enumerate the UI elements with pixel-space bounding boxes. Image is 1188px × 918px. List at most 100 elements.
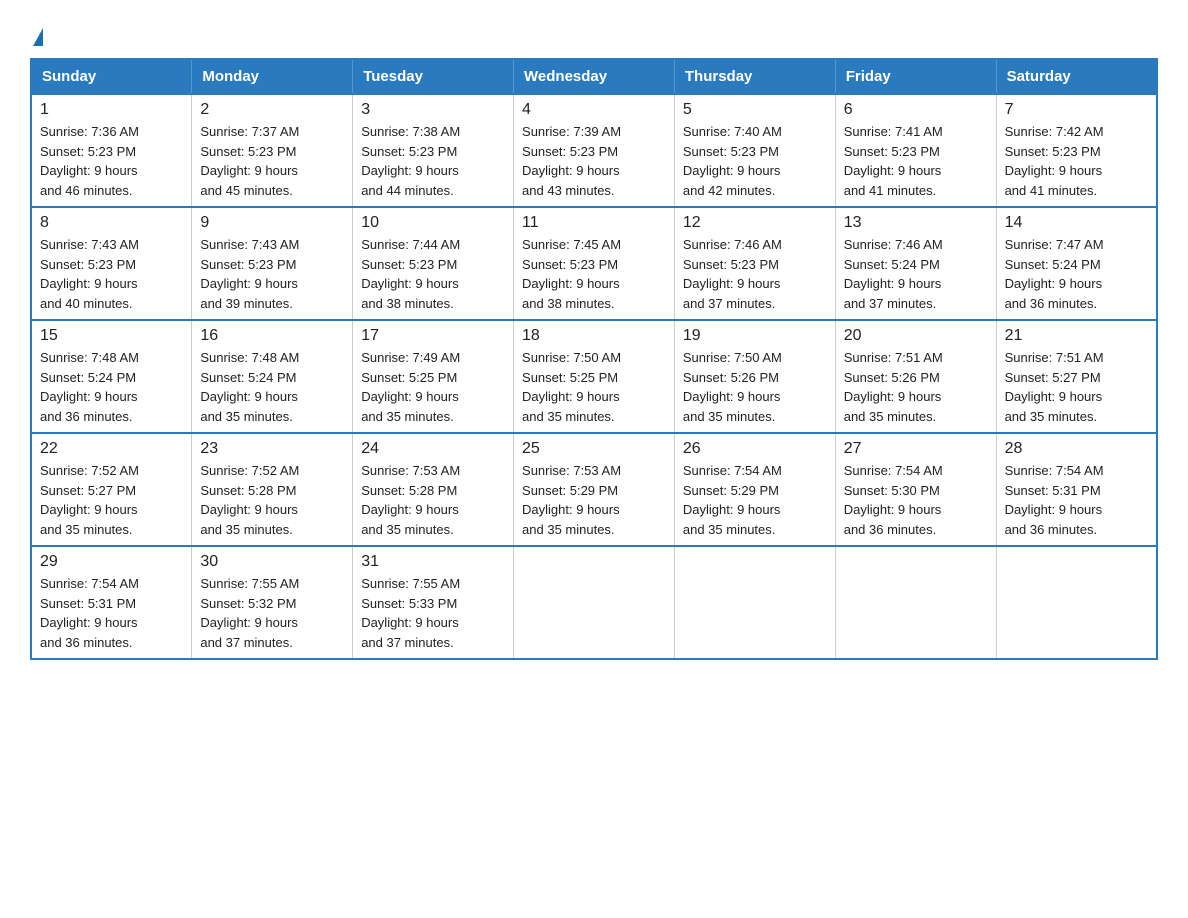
calendar-day-cell: 4 Sunrise: 7:39 AM Sunset: 5:23 PM Dayli… xyxy=(514,94,675,207)
day-info: Sunrise: 7:48 AM Sunset: 5:24 PM Dayligh… xyxy=(40,348,183,426)
day-info: Sunrise: 7:47 AM Sunset: 5:24 PM Dayligh… xyxy=(1005,235,1148,313)
calendar-day-cell: 14 Sunrise: 7:47 AM Sunset: 5:24 PM Dayl… xyxy=(996,207,1157,320)
calendar-day-cell: 29 Sunrise: 7:54 AM Sunset: 5:31 PM Dayl… xyxy=(31,546,192,659)
day-of-week-header: Monday xyxy=(192,59,353,94)
day-number: 1 xyxy=(40,101,183,119)
day-number: 16 xyxy=(200,327,344,345)
day-info: Sunrise: 7:48 AM Sunset: 5:24 PM Dayligh… xyxy=(200,348,344,426)
calendar-day-cell: 2 Sunrise: 7:37 AM Sunset: 5:23 PM Dayli… xyxy=(192,94,353,207)
calendar-day-cell: 16 Sunrise: 7:48 AM Sunset: 5:24 PM Dayl… xyxy=(192,320,353,433)
day-info: Sunrise: 7:52 AM Sunset: 5:28 PM Dayligh… xyxy=(200,461,344,539)
day-info: Sunrise: 7:42 AM Sunset: 5:23 PM Dayligh… xyxy=(1005,122,1148,200)
day-of-week-header: Thursday xyxy=(674,59,835,94)
calendar-day-cell xyxy=(996,546,1157,659)
day-info: Sunrise: 7:55 AM Sunset: 5:33 PM Dayligh… xyxy=(361,574,505,652)
calendar-week-row: 8 Sunrise: 7:43 AM Sunset: 5:23 PM Dayli… xyxy=(31,207,1157,320)
day-number: 21 xyxy=(1005,327,1148,345)
day-info: Sunrise: 7:51 AM Sunset: 5:27 PM Dayligh… xyxy=(1005,348,1148,426)
day-info: Sunrise: 7:40 AM Sunset: 5:23 PM Dayligh… xyxy=(683,122,827,200)
day-number: 14 xyxy=(1005,214,1148,232)
day-number: 31 xyxy=(361,553,505,571)
calendar-header-row: SundayMondayTuesdayWednesdayThursdayFrid… xyxy=(31,59,1157,94)
calendar-day-cell: 28 Sunrise: 7:54 AM Sunset: 5:31 PM Dayl… xyxy=(996,433,1157,546)
day-info: Sunrise: 7:39 AM Sunset: 5:23 PM Dayligh… xyxy=(522,122,666,200)
day-number: 4 xyxy=(522,101,666,119)
calendar-week-row: 29 Sunrise: 7:54 AM Sunset: 5:31 PM Dayl… xyxy=(31,546,1157,659)
calendar-day-cell: 18 Sunrise: 7:50 AM Sunset: 5:25 PM Dayl… xyxy=(514,320,675,433)
calendar-day-cell: 21 Sunrise: 7:51 AM Sunset: 5:27 PM Dayl… xyxy=(996,320,1157,433)
calendar-day-cell: 3 Sunrise: 7:38 AM Sunset: 5:23 PM Dayli… xyxy=(353,94,514,207)
day-number: 30 xyxy=(200,553,344,571)
day-info: Sunrise: 7:53 AM Sunset: 5:28 PM Dayligh… xyxy=(361,461,505,539)
calendar-day-cell: 24 Sunrise: 7:53 AM Sunset: 5:28 PM Dayl… xyxy=(353,433,514,546)
logo-triangle-icon xyxy=(33,28,43,46)
day-number: 6 xyxy=(844,101,988,119)
day-info: Sunrise: 7:43 AM Sunset: 5:23 PM Dayligh… xyxy=(40,235,183,313)
day-number: 25 xyxy=(522,440,666,458)
day-info: Sunrise: 7:54 AM Sunset: 5:31 PM Dayligh… xyxy=(1005,461,1148,539)
calendar-day-cell: 5 Sunrise: 7:40 AM Sunset: 5:23 PM Dayli… xyxy=(674,94,835,207)
day-number: 17 xyxy=(361,327,505,345)
day-of-week-header: Tuesday xyxy=(353,59,514,94)
day-number: 15 xyxy=(40,327,183,345)
calendar-day-cell: 26 Sunrise: 7:54 AM Sunset: 5:29 PM Dayl… xyxy=(674,433,835,546)
day-of-week-header: Wednesday xyxy=(514,59,675,94)
day-number: 5 xyxy=(683,101,827,119)
day-info: Sunrise: 7:50 AM Sunset: 5:26 PM Dayligh… xyxy=(683,348,827,426)
day-info: Sunrise: 7:49 AM Sunset: 5:25 PM Dayligh… xyxy=(361,348,505,426)
day-info: Sunrise: 7:54 AM Sunset: 5:30 PM Dayligh… xyxy=(844,461,988,539)
day-of-week-header: Friday xyxy=(835,59,996,94)
day-number: 28 xyxy=(1005,440,1148,458)
calendar-day-cell: 15 Sunrise: 7:48 AM Sunset: 5:24 PM Dayl… xyxy=(31,320,192,433)
calendar-day-cell: 11 Sunrise: 7:45 AM Sunset: 5:23 PM Dayl… xyxy=(514,207,675,320)
calendar-day-cell: 22 Sunrise: 7:52 AM Sunset: 5:27 PM Dayl… xyxy=(31,433,192,546)
calendar-day-cell: 13 Sunrise: 7:46 AM Sunset: 5:24 PM Dayl… xyxy=(835,207,996,320)
calendar-day-cell: 23 Sunrise: 7:52 AM Sunset: 5:28 PM Dayl… xyxy=(192,433,353,546)
calendar-day-cell: 17 Sunrise: 7:49 AM Sunset: 5:25 PM Dayl… xyxy=(353,320,514,433)
day-number: 18 xyxy=(522,327,666,345)
day-info: Sunrise: 7:52 AM Sunset: 5:27 PM Dayligh… xyxy=(40,461,183,539)
calendar-day-cell: 10 Sunrise: 7:44 AM Sunset: 5:23 PM Dayl… xyxy=(353,207,514,320)
day-number: 2 xyxy=(200,101,344,119)
day-number: 3 xyxy=(361,101,505,119)
day-number: 29 xyxy=(40,553,183,571)
calendar-day-cell: 20 Sunrise: 7:51 AM Sunset: 5:26 PM Dayl… xyxy=(835,320,996,433)
calendar-day-cell: 19 Sunrise: 7:50 AM Sunset: 5:26 PM Dayl… xyxy=(674,320,835,433)
calendar-day-cell: 8 Sunrise: 7:43 AM Sunset: 5:23 PM Dayli… xyxy=(31,207,192,320)
day-number: 23 xyxy=(200,440,344,458)
calendar-day-cell xyxy=(514,546,675,659)
day-info: Sunrise: 7:43 AM Sunset: 5:23 PM Dayligh… xyxy=(200,235,344,313)
day-info: Sunrise: 7:44 AM Sunset: 5:23 PM Dayligh… xyxy=(361,235,505,313)
logo xyxy=(30,20,43,48)
calendar-week-row: 1 Sunrise: 7:36 AM Sunset: 5:23 PM Dayli… xyxy=(31,94,1157,207)
day-info: Sunrise: 7:46 AM Sunset: 5:23 PM Dayligh… xyxy=(683,235,827,313)
day-number: 27 xyxy=(844,440,988,458)
day-number: 20 xyxy=(844,327,988,345)
calendar-day-cell: 1 Sunrise: 7:36 AM Sunset: 5:23 PM Dayli… xyxy=(31,94,192,207)
calendar-day-cell xyxy=(835,546,996,659)
page-header xyxy=(30,20,1158,48)
day-info: Sunrise: 7:46 AM Sunset: 5:24 PM Dayligh… xyxy=(844,235,988,313)
calendar-day-cell: 9 Sunrise: 7:43 AM Sunset: 5:23 PM Dayli… xyxy=(192,207,353,320)
day-of-week-header: Sunday xyxy=(31,59,192,94)
calendar-day-cell: 6 Sunrise: 7:41 AM Sunset: 5:23 PM Dayli… xyxy=(835,94,996,207)
day-number: 19 xyxy=(683,327,827,345)
calendar-week-row: 15 Sunrise: 7:48 AM Sunset: 5:24 PM Dayl… xyxy=(31,320,1157,433)
day-info: Sunrise: 7:38 AM Sunset: 5:23 PM Dayligh… xyxy=(361,122,505,200)
calendar-week-row: 22 Sunrise: 7:52 AM Sunset: 5:27 PM Dayl… xyxy=(31,433,1157,546)
day-info: Sunrise: 7:54 AM Sunset: 5:29 PM Dayligh… xyxy=(683,461,827,539)
day-info: Sunrise: 7:55 AM Sunset: 5:32 PM Dayligh… xyxy=(200,574,344,652)
day-info: Sunrise: 7:36 AM Sunset: 5:23 PM Dayligh… xyxy=(40,122,183,200)
day-number: 13 xyxy=(844,214,988,232)
calendar-day-cell: 25 Sunrise: 7:53 AM Sunset: 5:29 PM Dayl… xyxy=(514,433,675,546)
calendar-day-cell: 30 Sunrise: 7:55 AM Sunset: 5:32 PM Dayl… xyxy=(192,546,353,659)
calendar-table: SundayMondayTuesdayWednesdayThursdayFrid… xyxy=(30,58,1158,660)
calendar-day-cell xyxy=(674,546,835,659)
day-info: Sunrise: 7:37 AM Sunset: 5:23 PM Dayligh… xyxy=(200,122,344,200)
day-info: Sunrise: 7:41 AM Sunset: 5:23 PM Dayligh… xyxy=(844,122,988,200)
day-info: Sunrise: 7:54 AM Sunset: 5:31 PM Dayligh… xyxy=(40,574,183,652)
day-number: 9 xyxy=(200,214,344,232)
calendar-day-cell: 31 Sunrise: 7:55 AM Sunset: 5:33 PM Dayl… xyxy=(353,546,514,659)
day-number: 10 xyxy=(361,214,505,232)
day-number: 26 xyxy=(683,440,827,458)
